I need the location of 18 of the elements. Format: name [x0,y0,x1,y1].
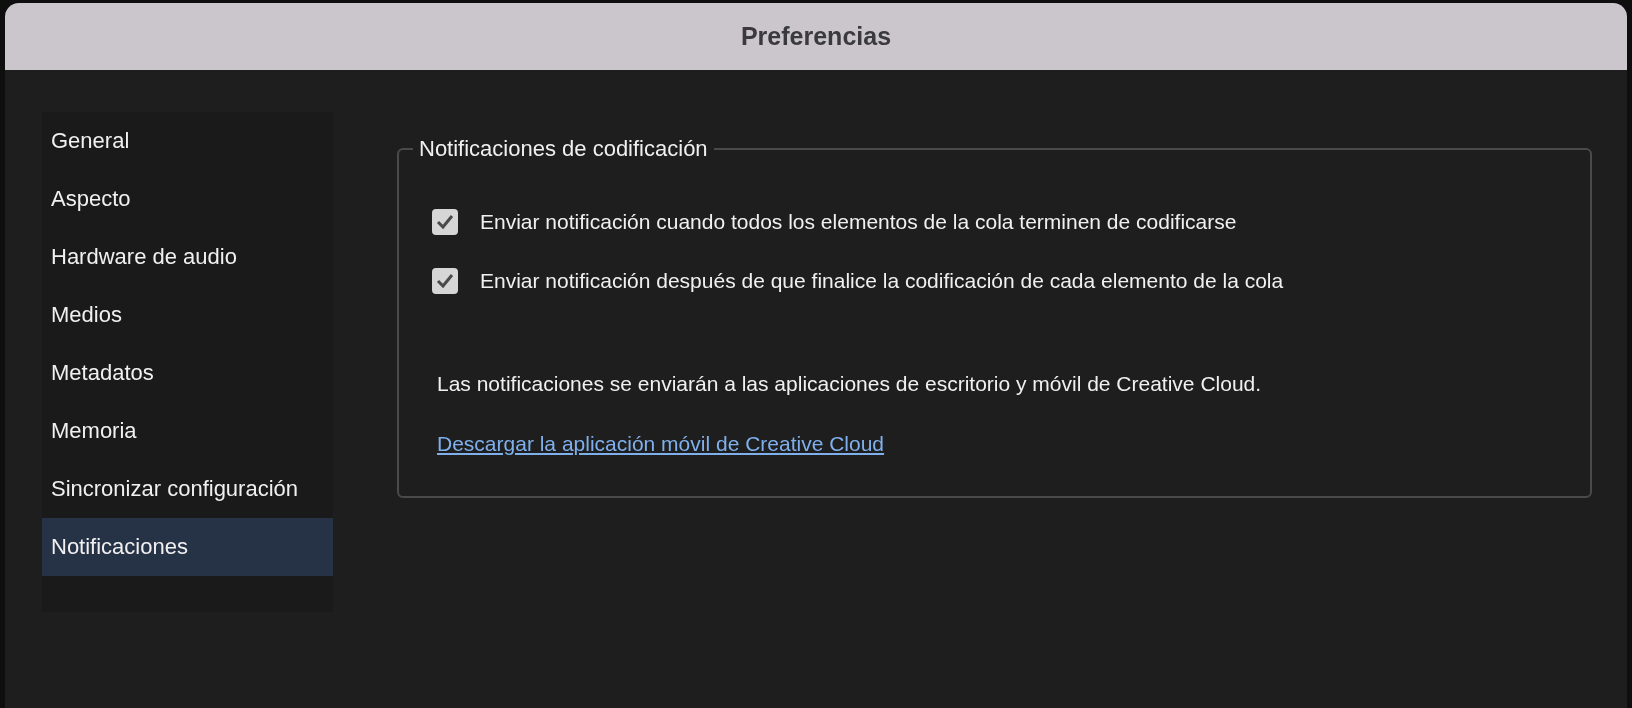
window-title: Preferencias [740,22,892,51]
download-link[interactable]: Descargar la aplicación móvil de Creative Cloud [437,432,885,456]
check-icon [436,272,454,289]
info-text: Las notificaciones se enviarán a las aplicaciones de escritorio y móvil de Creative Cloud. [437,372,1263,396]
sidebar-item[interactable]: General [42,112,333,170]
sidebar-item[interactable]: Aspecto [42,170,333,228]
sidebar-item[interactable]: Metadatos [42,344,333,402]
checkbox[interactable] [432,267,458,294]
group-title: Notificaciones de codificación [418,136,709,162]
sidebar-item[interactable]: Sincronizar configuración [42,460,333,518]
sidebar-item[interactable]: Medios [42,286,333,344]
sidebar-item[interactable]: Hardware de audio [42,228,333,286]
checkbox-label: Enviar notificación cuando todos los elementos de la cola terminen de codificarse [480,209,1237,234]
checkbox-label: Enviar notificación después de que finalice la codificación de cada elemento de la cola [480,268,1284,293]
checkbox[interactable] [432,208,458,235]
check-icon [436,213,454,230]
sidebar-item[interactable]: Notificaciones [42,518,333,576]
sidebar-item[interactable]: Memoria [42,402,333,460]
